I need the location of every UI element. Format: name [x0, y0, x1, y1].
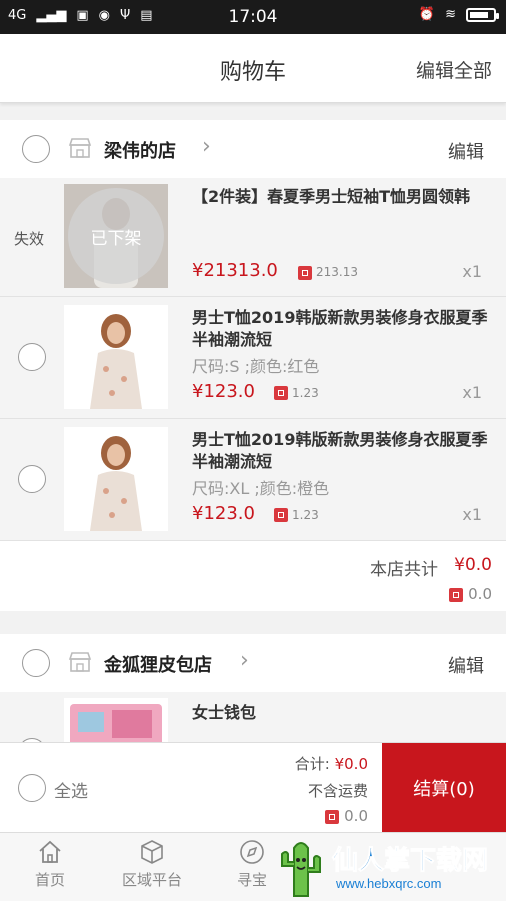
item-select-radio[interactable]	[18, 465, 46, 493]
compass-icon	[240, 840, 264, 864]
shop-name[interactable]: 梁伟的店	[104, 137, 176, 163]
chevron-right-icon[interactable]: ›	[202, 134, 211, 159]
off-shelf-overlay: 已下架	[68, 188, 164, 284]
tab-region-label: 区域平台	[121, 871, 182, 889]
edit-all-button[interactable]: 编辑全部	[416, 56, 492, 83]
status-right-icons: ⏰ ≋	[418, 7, 499, 22]
product-price: ¥21313.0	[192, 260, 278, 281]
product-photo	[64, 427, 168, 531]
select-all-radio[interactable]	[18, 774, 46, 802]
battery-icon	[466, 7, 499, 22]
shop-total-value: ¥0.0	[454, 555, 492, 575]
product-spec: 尺码:XL ;颜色:橙色	[192, 479, 330, 498]
off-shelf-text: 已下架	[90, 228, 142, 249]
watermark-url: www.hebxqrc.com	[336, 876, 442, 891]
points-icon	[274, 508, 288, 522]
product-points: 1.23	[292, 508, 319, 522]
product-photo	[64, 305, 168, 409]
product-spec: 尺码:S ;颜色:红色	[192, 357, 320, 376]
product-image[interactable]	[64, 427, 168, 531]
home-icon	[39, 840, 61, 863]
shop-total-points: 0.0	[449, 585, 492, 603]
shop-select-radio[interactable]	[22, 649, 50, 677]
sum-label: 合计:	[294, 755, 330, 773]
store-icon	[68, 138, 92, 158]
tab-home[interactable]: 首页	[10, 839, 90, 890]
points-icon	[298, 266, 312, 280]
product-name[interactable]: 男士T恤2019韩版新款男装修身衣服夏季半袖潮流短	[192, 429, 488, 473]
tab-home-label: 首页	[34, 871, 65, 889]
cart-item[interactable]: 男士T恤2019韩版新款男装修身衣服夏季半袖潮流短 尺码:XL ;颜色:橙色 ¥…	[0, 419, 506, 541]
sum-points-value: 0.0	[344, 807, 368, 825]
product-name[interactable]: 女士钱包	[192, 702, 488, 724]
shop-total: 本店共计 ¥0.0 0.0	[0, 541, 506, 611]
shop-edit-button[interactable]: 编辑	[448, 138, 484, 164]
cactus-logo-icon	[281, 842, 321, 897]
product-image[interactable]	[64, 305, 168, 409]
shop-edit-button[interactable]: 编辑	[448, 652, 484, 678]
store-icon	[68, 652, 92, 672]
checkout-button[interactable]: 结算(0)	[382, 743, 506, 833]
points-icon	[325, 809, 340, 824]
shop-total-label: 本店共计	[370, 560, 438, 580]
shop-total-points-value: 0.0	[468, 585, 492, 603]
site-watermark: 仙人掌下载网 www.hebxqrc.com	[266, 832, 506, 900]
points-icon	[274, 386, 288, 400]
shop-card: 梁伟的店 › 编辑 失效 已下架 【2件装】春夏季男士短袖T恤男圆领韩 ¥213…	[0, 120, 506, 611]
product-qty: x1	[462, 262, 482, 281]
sum-value: ¥0.0	[334, 755, 368, 773]
select-all-label[interactable]: 全选	[54, 777, 88, 802]
shop-name[interactable]: 金狐狸皮包店	[104, 651, 212, 677]
invalid-label: 失效	[14, 230, 45, 248]
cart-item[interactable]: 失效 已下架 【2件装】春夏季男士短袖T恤男圆领韩 ¥21313.0 213.1…	[0, 178, 506, 297]
product-points: 1.23	[292, 386, 319, 400]
status-bar: 4G ▂▄▆ ▣ ◉ Ψ ▤ 17:04 ⏰ ≋	[0, 0, 506, 34]
shop-card: 金狐狸皮包店 › 编辑 女士钱包	[0, 634, 506, 753]
shop-select-radio[interactable]	[22, 135, 50, 163]
product-image[interactable]: 已下架	[64, 184, 168, 288]
tab-treasure-label: 寻宝	[236, 871, 267, 889]
product-price: ¥123.0	[192, 381, 255, 402]
tab-region-platform[interactable]: 区域平台	[112, 839, 192, 890]
sum-points: 0.0	[295, 807, 368, 825]
sum-line: 合计: ¥0.0	[295, 753, 368, 774]
product-price: ¥123.0	[192, 503, 255, 524]
product-name[interactable]: 男士T恤2019韩版新款男装修身衣服夏季半袖潮流短	[192, 307, 488, 351]
item-select-radio[interactable]	[18, 343, 46, 371]
product-name[interactable]: 【2件装】春夏季男士短袖T恤男圆领韩	[192, 186, 488, 208]
product-qty: x1	[462, 505, 482, 524]
page-header: 购物车 编辑全部	[0, 34, 506, 103]
shop-header: 金狐狸皮包店 › 编辑	[0, 634, 506, 692]
cube-icon	[141, 840, 163, 864]
product-qty: x1	[462, 383, 482, 402]
sum-block: 合计: ¥0.0 不含运费 0.0	[295, 753, 368, 825]
chevron-right-icon[interactable]: ›	[240, 648, 249, 673]
shipping-note: 不含运费	[307, 782, 368, 800]
points-icon	[449, 587, 464, 602]
wifi-icon: ≋	[445, 7, 456, 22]
watermark-text: 仙人掌下载网	[331, 846, 489, 877]
product-points: 213.13	[316, 265, 358, 279]
cart-item[interactable]: 男士T恤2019韩版新款男装修身衣服夏季半袖潮流短 尺码:S ;颜色:红色 ¥1…	[0, 297, 506, 419]
alarm-icon: ⏰	[418, 7, 436, 22]
checkout-bar: 全选 合计: ¥0.0 不含运费 0.0 结算(0)	[0, 742, 506, 833]
shop-header: 梁伟的店 › 编辑	[0, 120, 506, 178]
